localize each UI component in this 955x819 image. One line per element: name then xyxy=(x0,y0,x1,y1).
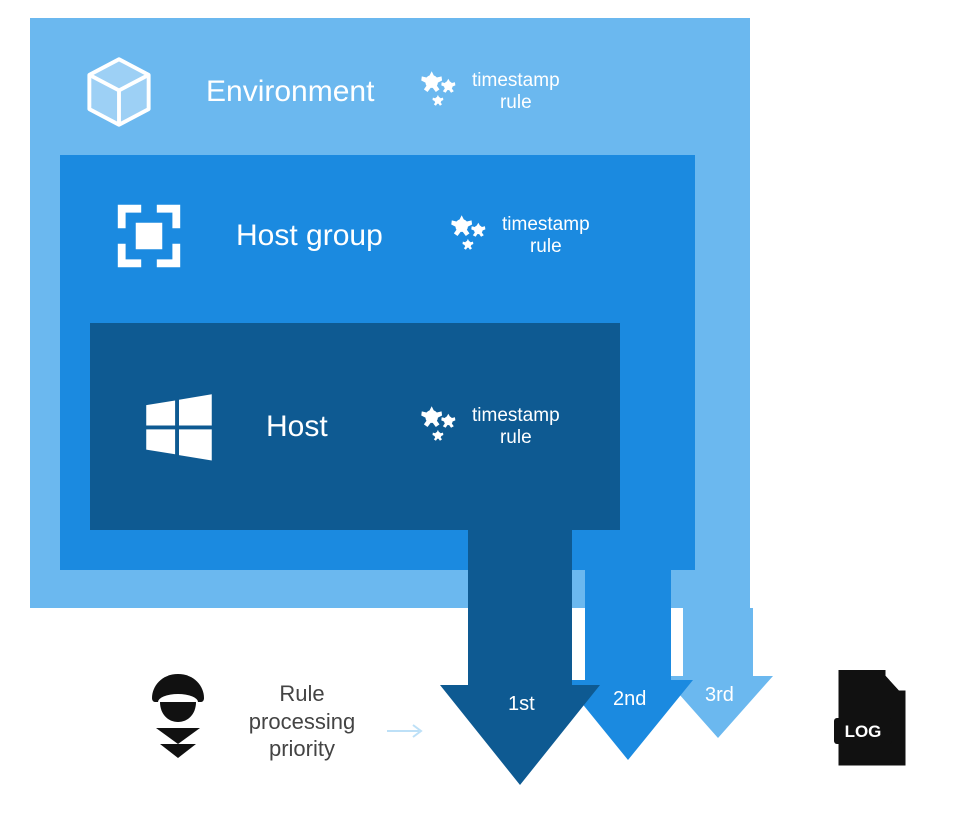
arrow-1st: 1st xyxy=(440,530,600,790)
cube-icon xyxy=(80,53,158,131)
host-timestamp-rule: timestamp rule xyxy=(414,401,560,453)
svg-text:LOG: LOG xyxy=(845,722,882,741)
priority-text: Rule processing priority xyxy=(232,680,372,763)
priority-line1: Rule xyxy=(232,680,372,708)
environment-row: Environment timestamp rule xyxy=(60,53,720,131)
arrow-1st-label: 1st xyxy=(508,693,535,716)
ts-line2: rule xyxy=(472,92,560,114)
frame-icon xyxy=(110,197,188,275)
environment-timestamp-rule: timestamp rule xyxy=(414,66,560,118)
gears-icon xyxy=(414,66,466,118)
ts-line1: timestamp xyxy=(472,70,560,92)
log-icon: LOG xyxy=(832,670,910,771)
host-ts-text: timestamp rule xyxy=(472,405,560,449)
windows-icon xyxy=(140,388,218,466)
host-label: Host xyxy=(266,410,396,444)
hostgroup-label: Host group xyxy=(236,219,426,253)
ts-line1: timestamp xyxy=(502,214,590,236)
hostgroup-row: Host group timestamp rule xyxy=(90,197,665,275)
arrow-2nd-label: 2nd xyxy=(613,688,646,711)
priority-line2: processing xyxy=(232,708,372,736)
hostgroup-timestamp-rule: timestamp rule xyxy=(444,210,590,262)
environment-label: Environment xyxy=(206,75,396,109)
ts-line1: timestamp xyxy=(472,405,560,427)
ts-line2: rule xyxy=(472,427,560,449)
arrow-3rd-label: 3rd xyxy=(705,684,734,707)
ts-line2: rule xyxy=(502,236,590,258)
agent-icon xyxy=(148,672,208,765)
environment-ts-text: timestamp rule xyxy=(472,70,560,114)
gears-icon xyxy=(444,210,496,262)
diagram-root: Environment timestamp rule xyxy=(0,0,955,819)
gears-icon xyxy=(414,401,466,453)
host-row: Host timestamp rule xyxy=(120,388,590,466)
level-host: Host timestamp rule xyxy=(90,323,620,530)
priority-line3: priority xyxy=(232,735,372,763)
hostgroup-ts-text: timestamp rule xyxy=(502,214,590,258)
small-arrow-icon xyxy=(385,723,427,744)
